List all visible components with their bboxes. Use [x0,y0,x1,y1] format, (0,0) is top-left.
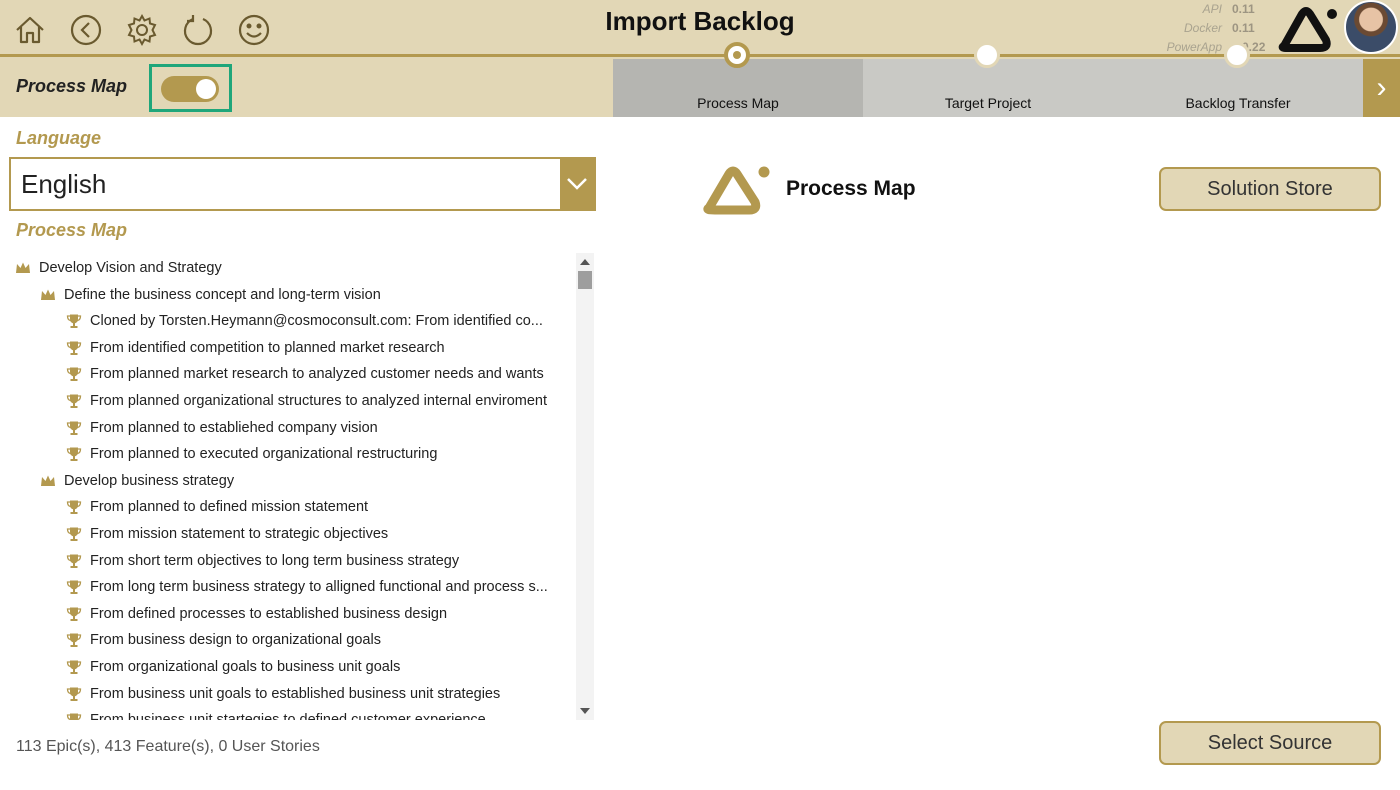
tree-feature-item[interactable]: Cloned by Torsten.Heymann@cosmoconsult.c… [66,309,543,333]
trophy-icon [66,313,82,329]
trophy-icon [66,420,82,436]
crown-icon [15,260,31,276]
step-indicator [974,42,1000,68]
tree-item-label: From planned to executed organizational … [90,446,438,463]
trophy-icon [66,499,82,515]
tree-feature-item[interactable]: From business design to organizational g… [66,628,381,652]
language-value: English [21,168,107,199]
tree-item-label: From planned to defined mission statemen… [90,499,369,516]
language-label: Language [16,128,102,148]
tree-feature-item[interactable]: From mission statement to strategic obje… [66,522,388,546]
select-source-button[interactable]: Select Source [1159,721,1381,765]
tree-epic-item[interactable]: Develop Vision and Strategy [15,256,222,280]
trophy-icon [66,659,82,675]
tree-feature-item[interactable]: From defined processes to established bu… [66,602,447,626]
version-value-api: 0.11 [1232,2,1255,16]
header-divider [0,54,1400,57]
version-label-api: API [1202,2,1222,16]
tree-epic-item[interactable]: Define the business concept and long-ter… [40,283,381,307]
smiley-icon[interactable] [234,10,274,50]
tree-feature-item[interactable]: From planned organizational structures t… [66,389,547,413]
toggle-knob [196,79,216,99]
tree-item-label: Develop business strategy [64,472,235,489]
tree-list: Develop Vision and Strategy Define the bu… [10,253,576,720]
scroll-down-icon[interactable] [580,708,590,714]
trophy-icon [66,526,82,542]
process-map-toggle-label: Process Map [16,76,128,96]
tree-item-label: From business unit startegies to defined… [90,712,486,720]
back-icon[interactable] [66,10,106,50]
tree-item-label: From defined processes to established bu… [90,605,448,622]
process-map-tree[interactable]: Develop Vision and Strategy Define the bu… [10,253,594,720]
tree-item-label: From organizational goals to business un… [90,659,401,675]
step-label: Process Map [697,95,779,111]
tree-feature-item[interactable]: From organizational goals to business un… [66,655,400,679]
version-value-docker: 0.11 [1232,21,1255,35]
tree-feature-item[interactable]: From planned to establiehed company visi… [66,416,378,440]
tree-feature-item[interactable]: From business unit startegies to defined… [66,708,486,720]
tree-item-label: Define the business concept and long-ter… [64,286,381,303]
trophy-icon [66,340,82,356]
language-dropdown[interactable]: English [9,157,596,211]
tree-item-label: From planned organizational structures t… [90,393,547,409]
scroll-up-icon[interactable] [580,259,590,265]
home-icon[interactable] [10,10,50,50]
step-label: Backlog Transfer [1185,95,1291,111]
trophy-icon [66,366,82,382]
trophy-icon [66,393,82,409]
crown-icon [40,473,56,489]
step-label: Target Project [944,95,1032,111]
process-map-toggle[interactable] [161,76,219,102]
nav-toolbar [10,10,274,50]
header-bar: Import Backlog API 0.11 Docker 0.11 PowerA… [0,0,1400,117]
tree-item-label: Develop Vision and Strategy [39,260,222,276]
tree-scrollbar[interactable] [576,253,594,720]
tree-item-label: From business design to organizational g… [90,632,381,649]
tree-item-label: From planned market research to analyzed… [90,366,544,383]
tree-item-label: From planned to establiehed company visi… [90,419,378,436]
crown-icon [40,287,56,303]
tree-epic-item[interactable]: Develop business strategy [40,469,234,493]
step-indicator [1224,42,1250,68]
trophy-icon [66,632,82,648]
brand-logo-icon [1278,7,1337,52]
process-map-logo-icon [703,166,770,215]
tree-feature-item[interactable]: From planned to defined mission statemen… [66,495,368,519]
trophy-icon [66,606,82,622]
trophy-icon [66,712,82,720]
backlog-counts: 113 Epic(s), 413 Feature(s), 0 User Stor… [16,738,320,755]
tree-feature-item[interactable]: From business unit goals to established … [66,682,500,706]
tree-item-label: From business unit goals to established … [90,685,501,702]
toggle-focus-frame [149,64,232,112]
avatar[interactable] [1344,0,1398,54]
trophy-icon [66,579,82,595]
chevron-down-icon[interactable] [560,159,594,209]
version-label-docker: Docker [1183,21,1222,35]
tree-feature-item[interactable]: From short term objectives to long term … [66,549,459,573]
solution-store-button[interactable]: Solution Store [1159,167,1381,211]
scroll-thumb[interactable] [578,271,592,289]
process-map-section-label: Process Map [16,220,128,240]
tree-feature-item[interactable]: From long term business strategy to alli… [66,575,548,599]
tree-item-label: From identified competition to planned m… [90,339,445,356]
chevron-right-icon[interactable]: › [1363,59,1400,117]
trophy-icon [66,446,82,462]
trophy-icon [66,553,82,569]
tree-item-label: From long term business strategy to alli… [90,579,548,596]
trophy-icon [66,686,82,702]
process-map-title: Process Map [786,177,916,200]
wizard-steps: Process Map Target Project Backlog Trans… [613,59,1400,117]
tree-item-label: From short term objectives to long term … [90,552,460,569]
tree-feature-item[interactable]: From planned market research to analyzed… [66,362,544,386]
tree-item-label: From mission statement to strategic obje… [90,526,389,542]
tree-feature-item[interactable]: From planned to executed organizational … [66,442,437,466]
refresh-icon[interactable] [178,10,218,50]
tree-feature-item[interactable]: From identified competition to planned m… [66,336,445,360]
step-indicator-active [724,42,750,68]
tree-item-label: Cloned by Torsten.Heymann@cosmoconsult.c… [90,313,543,330]
settings-icon[interactable] [122,10,162,50]
